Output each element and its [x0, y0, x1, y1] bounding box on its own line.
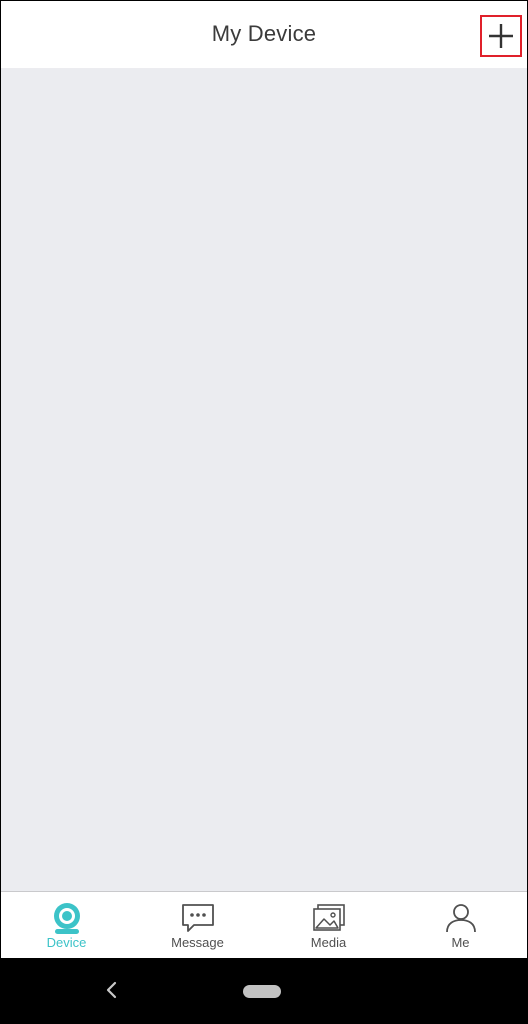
tab-media[interactable]: Media	[263, 892, 394, 959]
gallery-icon	[312, 904, 345, 931]
tab-device[interactable]: Device	[1, 892, 132, 959]
device-list-area	[1, 69, 527, 891]
top-bar: My Device	[1, 1, 527, 69]
add-device-button[interactable]	[480, 15, 522, 57]
tab-message-label: Message	[171, 935, 224, 950]
user-icon	[445, 904, 476, 933]
back-icon[interactable]	[105, 980, 119, 1000]
tab-device-label: Device	[46, 935, 87, 950]
bottom-tab-bar: Device Message Media Me	[1, 891, 527, 959]
tab-media-label: Media	[310, 935, 347, 950]
chat-bubble-icon	[181, 904, 214, 932]
tab-me-label: Me	[451, 935, 470, 950]
plus-icon	[489, 24, 513, 48]
page-title: My Device	[211, 21, 317, 46]
home-pill-button[interactable]	[243, 985, 281, 998]
camera-icon	[53, 903, 80, 934]
tab-message[interactable]: Message	[132, 892, 263, 959]
tab-me[interactable]: Me	[395, 892, 526, 959]
